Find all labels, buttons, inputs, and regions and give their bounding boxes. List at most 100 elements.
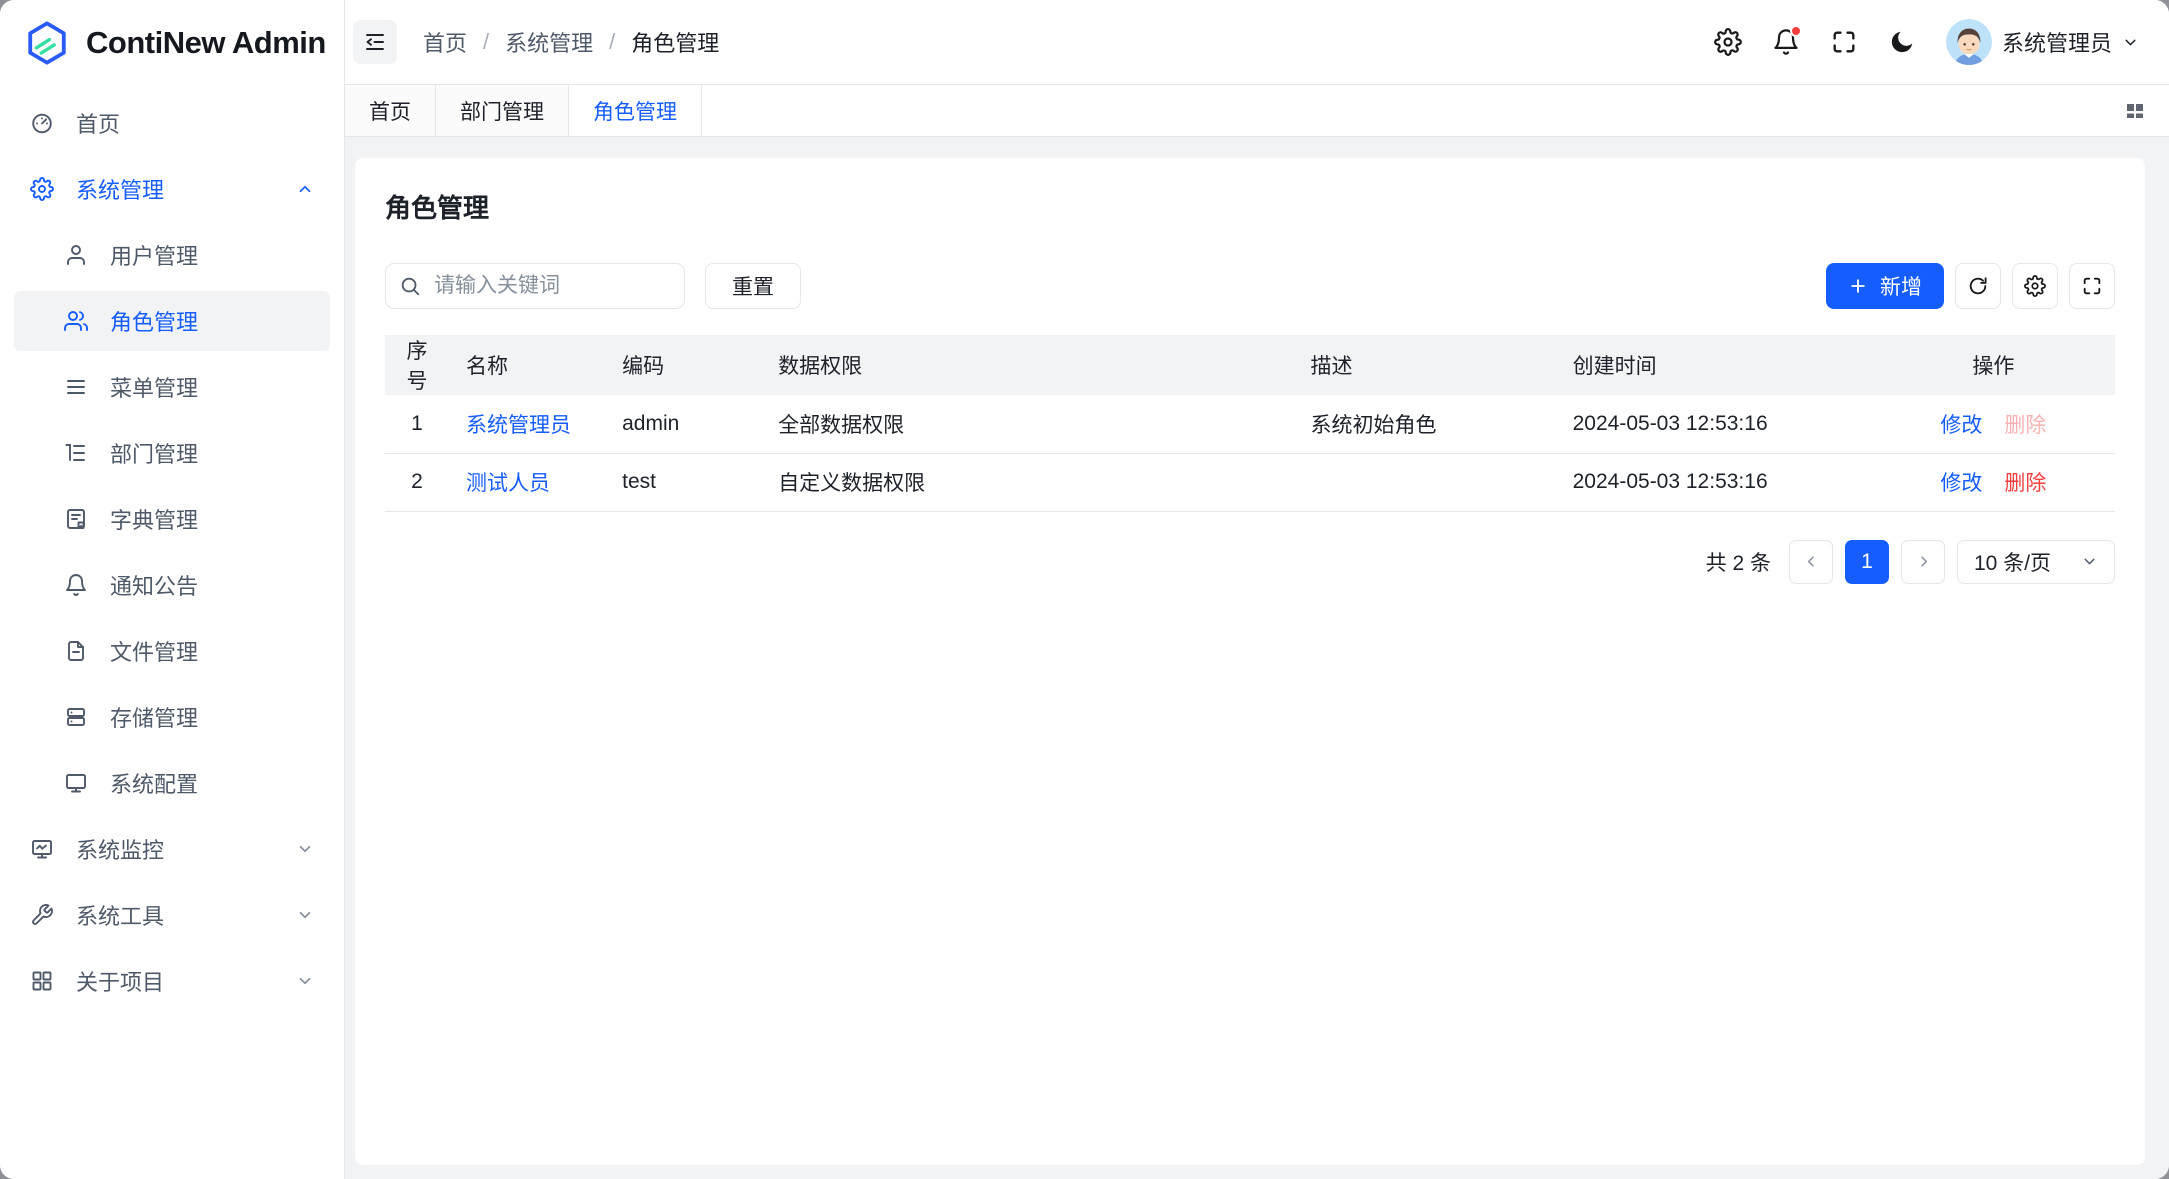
sidebar-item-system-management[interactable]: 系统管理 xyxy=(14,159,330,219)
sidebar-item-role-management[interactable]: 角色管理 xyxy=(14,291,330,351)
column-header-index: 序号 xyxy=(385,335,449,395)
logo-hexagon-icon xyxy=(24,20,70,66)
search-input[interactable] xyxy=(385,263,685,309)
chevron-down-icon xyxy=(296,840,314,858)
reset-button-label: 重置 xyxy=(732,276,774,299)
sidebar-item-label: 存储管理 xyxy=(110,701,198,733)
sidebar-item-storage-management[interactable]: 存储管理 xyxy=(14,687,330,747)
app-window: ContiNew Admin 首页 系统管理 用户管理 角色管理 xyxy=(0,0,2169,1179)
user-menu[interactable]: 系统管理员 xyxy=(1946,19,2139,65)
sidebar-item-label: 系统监控 xyxy=(76,833,164,865)
fullscreen-icon xyxy=(1830,28,1858,56)
sidebar-item-label: 系统工具 xyxy=(76,899,164,931)
desktop-icon xyxy=(64,771,88,795)
tab-role-management[interactable]: 角色管理 xyxy=(569,85,702,136)
notification-dot-badge xyxy=(1790,25,1802,37)
sidebar-item-system-config[interactable]: 系统配置 xyxy=(14,753,330,813)
toolbar-actions: 新增 xyxy=(1826,263,2115,309)
apps-grid-icon xyxy=(2123,99,2147,123)
tab-home[interactable]: 首页 xyxy=(345,85,436,136)
cell-code: admin xyxy=(605,395,761,453)
sidebar-item-file-management[interactable]: 文件管理 xyxy=(14,621,330,681)
table-fullscreen-button[interactable] xyxy=(2069,263,2115,309)
table-settings-button[interactable] xyxy=(2012,263,2058,309)
settings-button[interactable] xyxy=(1714,28,1742,56)
notifications-button[interactable] xyxy=(1772,28,1800,56)
chevron-left-icon xyxy=(1803,553,1820,570)
edit-link[interactable]: 修改 xyxy=(1940,414,1982,437)
role-management-card: 角色管理 重置 新增 xyxy=(355,158,2145,1165)
sidebar-item-department-management[interactable]: 部门管理 xyxy=(14,423,330,483)
sidebar-item-about-project[interactable]: 关于项目 xyxy=(14,951,330,1011)
plus-icon xyxy=(1848,276,1868,296)
fullscreen-icon xyxy=(2081,275,2103,297)
dashboard-icon xyxy=(30,111,54,135)
sidebar-item-home[interactable]: 首页 xyxy=(14,93,330,153)
tab-label: 首页 xyxy=(369,96,411,126)
grid-icon xyxy=(30,969,54,993)
cell-data-scope: 全部数据权限 xyxy=(761,395,1293,453)
refresh-icon xyxy=(1967,275,1989,297)
header-actions: 系统管理员 xyxy=(1714,19,2139,65)
previous-page-button[interactable] xyxy=(1789,540,1833,584)
moon-icon xyxy=(1888,28,1916,56)
cell-data-scope: 自定义数据权限 xyxy=(761,453,1293,511)
delete-link[interactable]: 删除 xyxy=(2004,472,2046,495)
tab-label: 部门管理 xyxy=(460,96,544,126)
column-header-data-scope: 数据权限 xyxy=(761,335,1293,395)
file-icon xyxy=(64,639,88,663)
app-title: ContiNew Admin xyxy=(86,25,326,61)
sidebar-item-label: 系统管理 xyxy=(76,173,164,205)
cell-code: test xyxy=(605,453,761,511)
column-header-actions: 操作 xyxy=(1872,335,2115,395)
cell-created-at: 2024-05-03 12:53:16 xyxy=(1556,453,1872,511)
breadcrumb-role-management: 角色管理 xyxy=(631,26,719,58)
chevron-up-icon xyxy=(296,180,314,198)
wrench-icon xyxy=(30,903,54,927)
user-icon xyxy=(64,243,88,267)
fullscreen-button[interactable] xyxy=(1830,28,1858,56)
sidebar-item-system-tools[interactable]: 系统工具 xyxy=(14,885,330,945)
breadcrumb-system-management[interactable]: 系统管理 xyxy=(505,26,593,58)
sidebar-item-label: 用户管理 xyxy=(110,239,198,271)
search-box xyxy=(385,263,685,309)
top-header: 首页 / 系统管理 / 角色管理 xyxy=(345,0,2169,85)
tab-options-button[interactable] xyxy=(2123,85,2169,136)
next-page-button[interactable] xyxy=(1901,540,1945,584)
reset-button[interactable]: 重置 xyxy=(705,263,801,309)
add-button[interactable]: 新增 xyxy=(1826,263,1944,309)
role-name-link[interactable]: 测试人员 xyxy=(466,472,550,495)
add-button-label: 新增 xyxy=(1880,271,1922,301)
breadcrumb-separator: / xyxy=(483,29,489,55)
tab-label: 角色管理 xyxy=(593,96,677,126)
storage-icon xyxy=(64,705,88,729)
column-header-created-at: 创建时间 xyxy=(1556,335,1872,395)
dictionary-icon xyxy=(64,507,88,531)
sidebar-item-label: 首页 xyxy=(76,107,120,139)
roles-table: 序号 名称 编码 数据权限 描述 创建时间 操作 1 系统管理员 xyxy=(385,335,2115,512)
page-size-select[interactable]: 10 条/页 xyxy=(1957,540,2115,584)
cell-index: 1 xyxy=(385,395,449,453)
tab-department-management[interactable]: 部门管理 xyxy=(436,85,569,136)
cell-created-at: 2024-05-03 12:53:16 xyxy=(1556,395,1872,453)
gear-icon xyxy=(30,177,54,201)
edit-link[interactable]: 修改 xyxy=(1940,472,1982,495)
page-number-current[interactable]: 1 xyxy=(1845,540,1889,584)
sidebar-collapse-button[interactable] xyxy=(353,20,397,64)
role-name-link[interactable]: 系统管理员 xyxy=(466,414,571,437)
dark-mode-toggle[interactable] xyxy=(1888,28,1916,56)
table-toolbar: 重置 新增 xyxy=(385,263,2115,309)
sidebar-item-dictionary-management[interactable]: 字典管理 xyxy=(14,489,330,549)
page-size-value: 10 条/页 xyxy=(1974,547,2051,577)
search-icon xyxy=(399,275,421,297)
pagination: 共 2 条 1 10 条/页 xyxy=(385,540,2115,584)
app-logo[interactable]: ContiNew Admin xyxy=(0,0,344,85)
sidebar-item-menu-management[interactable]: 菜单管理 xyxy=(14,357,330,417)
sidebar-item-notice[interactable]: 通知公告 xyxy=(14,555,330,615)
pagination-total: 共 2 条 xyxy=(1706,547,1771,577)
sidebar-item-system-monitor[interactable]: 系统监控 xyxy=(14,819,330,879)
chevron-right-icon xyxy=(1915,553,1932,570)
sidebar-item-user-management[interactable]: 用户管理 xyxy=(14,225,330,285)
breadcrumb-home[interactable]: 首页 xyxy=(423,26,467,58)
refresh-button[interactable] xyxy=(1955,263,2001,309)
